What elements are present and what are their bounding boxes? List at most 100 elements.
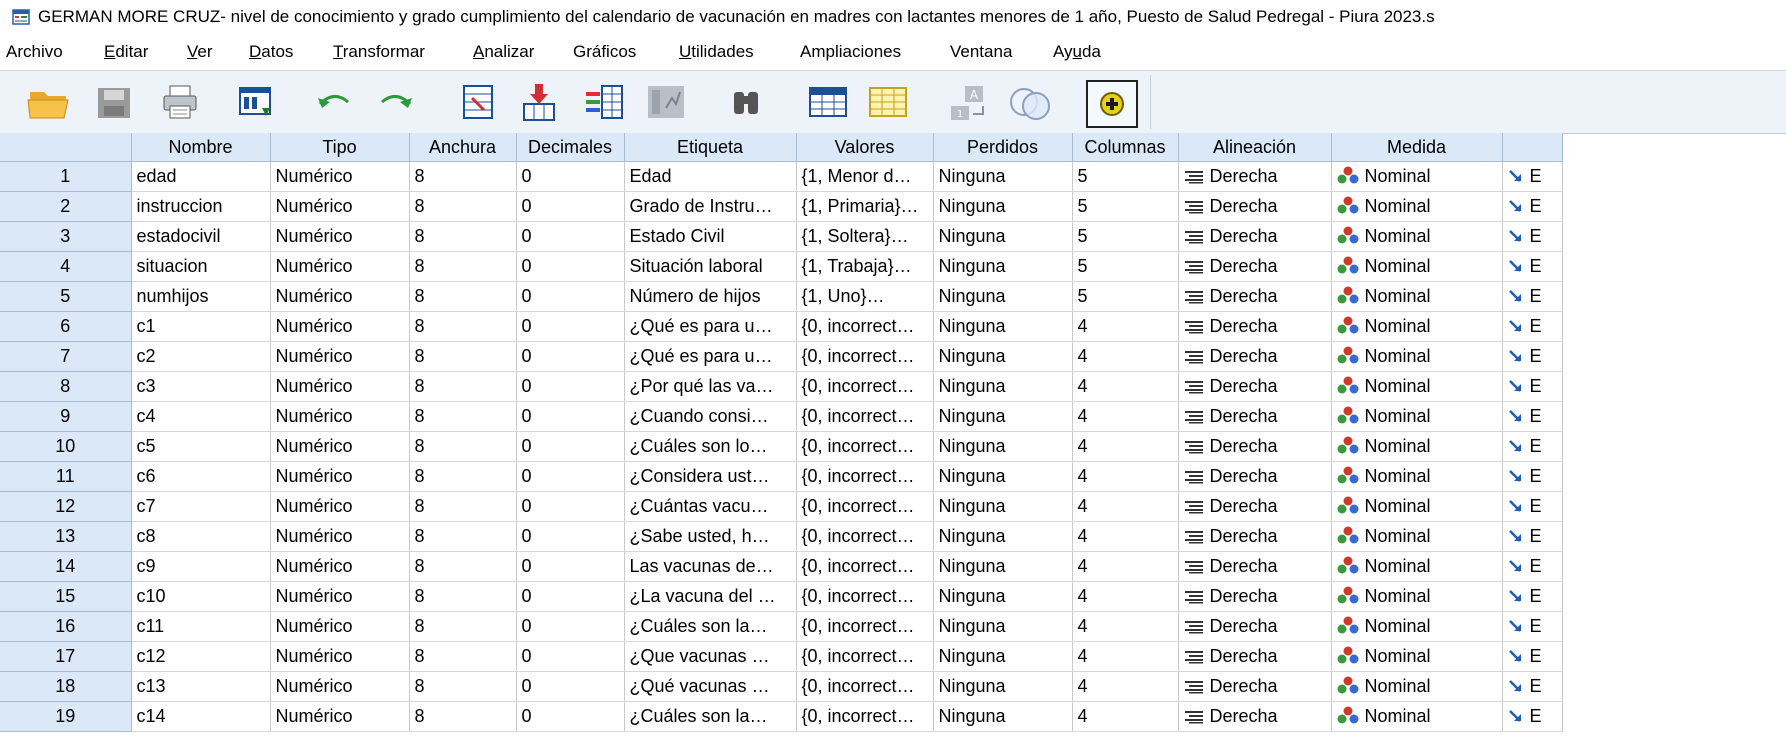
cell-etiqueta[interactable]: ¿Qué vacunas … [624,671,797,702]
cell-medida[interactable]: Nominal [1331,401,1503,432]
row-number[interactable]: 17 [0,641,132,672]
cell-tipo[interactable]: Numérico [270,611,410,642]
menu-transformar[interactable]: Transformar [333,42,425,62]
column-header[interactable]: Etiqueta [624,133,797,162]
cell-etiqueta[interactable]: Edad [624,161,797,192]
cell-nombre[interactable]: instruccion [131,191,271,222]
table-row[interactable]: 7 c2 Numérico 8 0 ¿Qué es para u… {0, incorrec… [0,341,1563,372]
cell-decimales[interactable]: 0 [516,371,625,402]
cell-etiqueta[interactable]: ¿Qué es para u… [624,311,797,342]
cell-etiqueta[interactable]: ¿Sabe usted, h… [624,521,797,552]
cell-rol[interactable]: E [1502,341,1563,372]
cell-medida[interactable]: Nominal [1331,611,1503,642]
cell-rol[interactable]: E [1502,281,1563,312]
row-number[interactable]: 8 [0,371,132,402]
cell-decimales[interactable]: 0 [516,221,625,252]
cell-tipo[interactable]: Numérico [270,551,410,582]
cell-anchura[interactable]: 8 [409,611,517,642]
cell-medida[interactable]: Nominal [1331,161,1503,192]
cell-alineacion[interactable]: Derecha [1178,191,1332,222]
cell-columnas[interactable]: 5 [1072,221,1179,252]
table-row[interactable]: 2 instruccion Numérico 8 0 Grado de Instru… {1… [0,191,1563,222]
cell-medida[interactable]: Nominal [1331,281,1503,312]
cell-valores[interactable]: {1, Soltera}… [796,221,934,252]
cell-decimales[interactable]: 0 [516,551,625,582]
cell-columnas[interactable]: 4 [1072,581,1179,612]
row-number[interactable]: 19 [0,701,132,732]
save-button[interactable] [90,80,138,124]
cell-medida[interactable]: Nominal [1331,251,1503,282]
run-descriptives-button[interactable] [642,80,690,124]
cell-anchura[interactable]: 8 [409,491,517,522]
cell-anchura[interactable]: 8 [409,401,517,432]
cell-nombre[interactable]: c9 [131,551,271,582]
cell-alineacion[interactable]: Derecha [1178,311,1332,342]
table-row[interactable]: 17 c12 Numérico 8 0 ¿Que vacunas … {0, incorre… [0,641,1563,672]
menu-graficos[interactable]: Gráficos [573,42,636,62]
cell-valores[interactable]: {0, incorrect… [796,551,934,582]
cell-columnas[interactable]: 5 [1072,281,1179,312]
table-row[interactable]: 19 c14 Numérico 8 0 ¿Cuáles son la… {0, incorr… [0,701,1563,732]
cell-valores[interactable]: {0, incorrect… [796,461,934,492]
cell-tipo[interactable]: Numérico [270,371,410,402]
cell-etiqueta[interactable]: Las vacunas de… [624,551,797,582]
find-button[interactable] [722,80,770,124]
menu-ayuda[interactable]: Ayuda [1053,42,1101,62]
menu-datos[interactable]: Datos [249,42,293,62]
cell-alineacion[interactable]: Derecha [1178,551,1332,582]
cell-perdidos[interactable]: Ninguna [933,161,1073,192]
redo-button[interactable] [372,80,420,124]
column-header[interactable]: Tipo [270,133,410,162]
cell-alineacion[interactable]: Derecha [1178,701,1332,732]
cell-nombre[interactable]: c6 [131,461,271,492]
cell-decimales[interactable]: 0 [516,461,625,492]
cell-perdidos[interactable]: Ninguna [933,701,1073,732]
cell-valores[interactable]: {1, Uno}… [796,281,934,312]
cell-anchura[interactable]: 8 [409,341,517,372]
row-number[interactable]: 5 [0,281,132,312]
cell-rol[interactable]: E [1502,521,1563,552]
cell-alineacion[interactable]: Derecha [1178,341,1332,372]
cell-rol[interactable]: E [1502,551,1563,582]
table-row[interactable]: 10 c5 Numérico 8 0 ¿Cuáles son lo… {0, incorre… [0,431,1563,462]
cell-nombre[interactable]: c8 [131,521,271,552]
row-number[interactable]: 13 [0,521,132,552]
cell-decimales[interactable]: 0 [516,701,625,732]
table-row[interactable]: 6 c1 Numérico 8 0 ¿Qué es para u… {0, incorrec… [0,311,1563,342]
cell-decimales[interactable]: 0 [516,191,625,222]
cell-tipo[interactable]: Numérico [270,671,410,702]
cell-decimales[interactable]: 0 [516,491,625,522]
cell-columnas[interactable]: 5 [1072,161,1179,192]
cell-columnas[interactable]: 4 [1072,461,1179,492]
table-row[interactable]: 18 c13 Numérico 8 0 ¿Qué vacunas … {0, incorre… [0,671,1563,702]
menu-ampliaciones[interactable]: Ampliaciones [800,42,901,62]
cell-decimales[interactable]: 0 [516,641,625,672]
cell-anchura[interactable]: 8 [409,191,517,222]
cell-decimales[interactable]: 0 [516,671,625,702]
cell-perdidos[interactable]: Ninguna [933,581,1073,612]
cell-decimales[interactable]: 0 [516,611,625,642]
cell-etiqueta[interactable]: ¿Que vacunas … [624,641,797,672]
cell-columnas[interactable]: 4 [1072,401,1179,432]
cell-anchura[interactable]: 8 [409,521,517,552]
cell-etiqueta[interactable]: ¿Cuáles son la… [624,701,797,732]
cell-perdidos[interactable]: Ninguna [933,461,1073,492]
cell-anchura[interactable]: 8 [409,371,517,402]
cell-anchura[interactable]: 8 [409,641,517,672]
cell-decimales[interactable]: 0 [516,431,625,462]
variables-button[interactable] [580,80,628,124]
cell-rol[interactable]: E [1502,221,1563,252]
cell-etiqueta[interactable]: ¿Qué es para u… [624,341,797,372]
cell-decimales[interactable]: 0 [516,161,625,192]
cell-rol[interactable]: E [1502,401,1563,432]
cell-medida[interactable]: Nominal [1331,221,1503,252]
cell-nombre[interactable]: c13 [131,671,271,702]
row-number[interactable]: 7 [0,341,132,372]
menu-analizar[interactable]: Analizar [473,42,534,62]
cell-columnas[interactable]: 4 [1072,431,1179,462]
cell-medida[interactable]: Nominal [1331,191,1503,222]
cell-medida[interactable]: Nominal [1331,461,1503,492]
cell-valores[interactable]: {0, incorrect… [796,401,934,432]
cell-perdidos[interactable]: Ninguna [933,221,1073,252]
cell-perdidos[interactable]: Ninguna [933,431,1073,462]
